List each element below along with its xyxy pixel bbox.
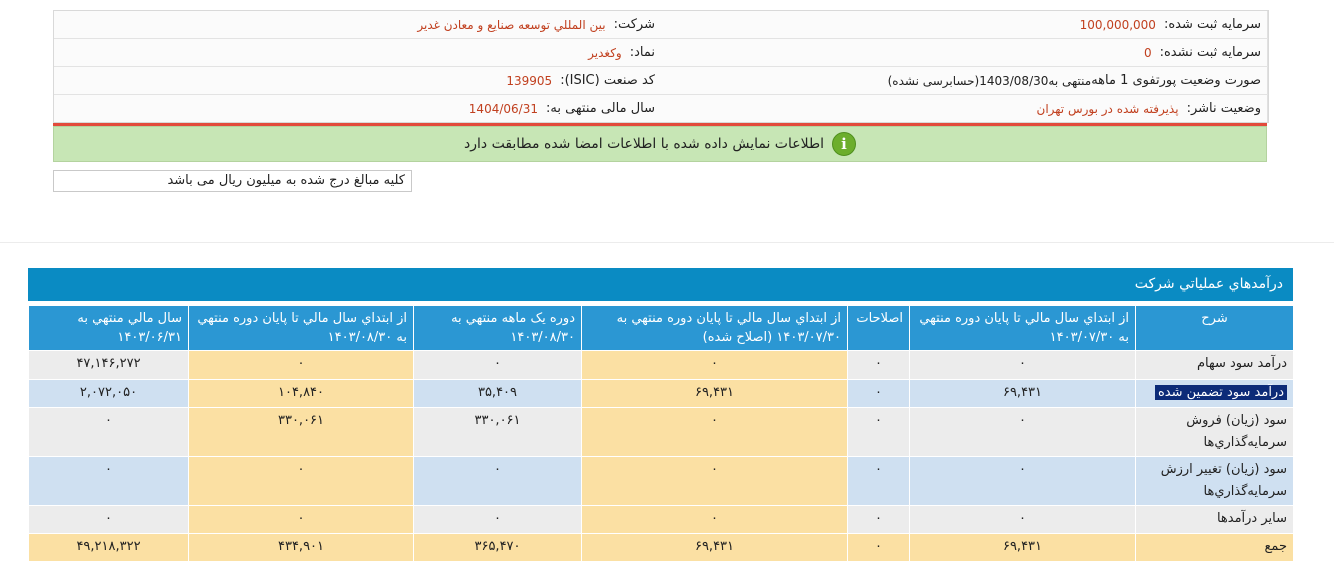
capital-unregistered-value: 0 — [1143, 45, 1152, 60]
row-label: سود (زيان) تغيير ارزش سرمايه‌گذاري‌ها — [1135, 456, 1294, 506]
table-cell: ۰ — [28, 407, 189, 457]
row-label: سود (زيان) فروش سرمايه‌گذاري‌ها — [1135, 407, 1294, 457]
table-cell: ۰ — [847, 407, 910, 457]
symbol-label: نماد: — [629, 45, 655, 60]
info-row: نماد: وكغدير سرمایه ثبت نشده: 0 — [54, 39, 1268, 67]
company-info-panel: شرکت: بين المللي توسعه صنايع و معادن غدي… — [53, 10, 1269, 123]
table-total-row: جمع ۶۹,۴۳۱ ۰ ۶۹,۴۳۱ ۳۶۵,۴۷۰ ۴۳۴,۹۰۱ ۴۹,۲… — [28, 533, 1294, 562]
column-header: شرح — [1135, 305, 1294, 351]
report-label: صورت وضعیت پورتفوی 1 ماهه — [1091, 73, 1261, 88]
row-label: درآمد سود تضمين شده — [1135, 379, 1294, 408]
row-label: جمع — [1135, 533, 1294, 562]
table-cell: ۲,۰۷۲,۰۵۰ — [28, 379, 189, 408]
table-cell: ۰ — [413, 456, 582, 506]
table-cell: ۶۹,۴۳۱ — [909, 533, 1136, 562]
table-cell: ۳۵,۴۰۹ — [413, 379, 582, 408]
fiscal-year-value: 1404/06/31 — [468, 101, 538, 116]
table-cell: ۰ — [581, 505, 848, 534]
table-row: درآمد سود تضمين شده ۶۹,۴۳۱ ۰ ۶۹,۴۳۱ ۳۵,۴… — [28, 379, 1294, 408]
table-cell: ۰ — [188, 505, 414, 534]
section-separator — [0, 242, 1334, 243]
table-cell: ۰ — [28, 505, 189, 534]
table-cell: ۰ — [581, 350, 848, 380]
table-cell: ۴۷,۱۴۶,۲۷۲ — [28, 350, 189, 380]
report-value: منتهی به1403/08/30(حسابرسی نشده) — [887, 73, 1092, 88]
column-header: دوره یک ماهه منتهي به ۱۴۰۳/۰۸/۳۰ — [413, 305, 582, 351]
section-title: درآمدهاي عملياتي شركت — [28, 268, 1293, 301]
table-cell: ۶۹,۴۳۱ — [581, 379, 848, 408]
publisher-status-value: پذیرفته شده در بورس تهران — [1036, 101, 1179, 116]
operating-income-table: شرح از ابتداي سال مالي تا پايان دوره منت… — [28, 305, 1294, 562]
table-cell: ۰ — [909, 505, 1136, 534]
table-row: ساير درآمدها ۰ ۰ ۰ ۰ ۰ ۰ — [28, 505, 1294, 534]
verification-notice: i اطلاعات نمایش داده شده با اطلاعات امضا… — [53, 126, 1267, 162]
fiscal-year-field: سال مالی منتهی به: 1404/06/31 — [54, 95, 661, 122]
table-row: درآمد سود سهام ۰ ۰ ۰ ۰ ۰ ۴۷,۱۴۶,۲۷۲ — [28, 350, 1294, 380]
capital-unregistered-field: سرمایه ثبت نشده: 0 — [661, 39, 1268, 66]
row-label: درآمد سود سهام — [1135, 350, 1294, 380]
company-label: شرکت: — [613, 17, 655, 32]
table-cell: ۳۳۰,۰۶۱ — [413, 407, 582, 457]
notice-text: اطلاعات نمایش داده شده با اطلاعات امضا ش… — [464, 136, 824, 152]
table-cell: ۰ — [413, 505, 582, 534]
table-cell: ۳۳۰,۰۶۱ — [188, 407, 414, 457]
table-cell: ۰ — [847, 505, 910, 534]
column-header: اصلاحات — [847, 305, 910, 351]
table-cell: ۰ — [188, 350, 414, 380]
table-cell: ۰ — [847, 379, 910, 408]
column-header: سال مالي منتهي به ۱۴۰۳/۰۶/۳۱ — [28, 305, 189, 351]
table-cell: ۰ — [581, 456, 848, 506]
selected-text: درآمد سود تضمين شده — [1154, 385, 1287, 400]
fiscal-year-label: سال مالی منتهی به: — [545, 101, 655, 116]
table-cell: ۰ — [188, 456, 414, 506]
column-header: از ابتداي سال مالي تا پايان دوره منتهي ب… — [188, 305, 414, 351]
info-row: کد صنعت (ISIC): 139905 صورت وضعیت پورتفو… — [54, 67, 1268, 95]
isic-value: 139905 — [506, 73, 553, 88]
table-cell: ۰ — [847, 350, 910, 380]
capital-registered-label: سرمایه ثبت شده: — [1163, 17, 1261, 32]
company-value: بين المللي توسعه صنايع و معادن غدير — [417, 17, 606, 32]
table-header-row: شرح از ابتداي سال مالي تا پايان دوره منت… — [28, 305, 1294, 351]
report-field: صورت وضعیت پورتفوی 1 ماهه منتهی به1403/0… — [661, 67, 1268, 94]
table-row: سود (زيان) تغيير ارزش سرمايه‌گذاري‌ها ۰ … — [28, 456, 1294, 506]
info-icon: i — [832, 132, 856, 156]
table-cell: ۴۳۴,۹۰۱ — [188, 533, 414, 562]
table-cell: ۰ — [28, 456, 189, 506]
publisher-status-label: وضعیت ناشر: — [1186, 101, 1261, 116]
row-label: ساير درآمدها — [1135, 505, 1294, 534]
column-header: از ابتداي سال مالي تا پايان دوره منتهي ب… — [581, 305, 848, 351]
info-row: شرکت: بين المللي توسعه صنايع و معادن غدي… — [54, 11, 1268, 39]
table-cell: ۰ — [413, 350, 582, 380]
capital-registered-field: سرمایه ثبت شده: 100,000,000 — [661, 11, 1268, 38]
unit-note: کلیه مبالغ درج شده به میلیون ریال می باش… — [53, 170, 412, 192]
isic-label: کد صنعت (ISIC): — [560, 73, 655, 88]
table-cell: ۰ — [909, 407, 1136, 457]
table-cell: ۳۶۵,۴۷۰ — [413, 533, 582, 562]
table-cell: ۰ — [847, 533, 910, 562]
publisher-status-field: وضعیت ناشر: پذیرفته شده در بورس تهران — [661, 95, 1268, 122]
table-cell: ۰ — [847, 456, 910, 506]
symbol-value: وكغدير — [588, 45, 622, 60]
table-cell: ۴۹,۲۱۸,۳۲۲ — [28, 533, 189, 562]
capital-registered-value: 100,000,000 — [1079, 17, 1156, 32]
symbol-field: نماد: وكغدير — [54, 39, 661, 66]
table-cell: ۶۹,۴۳۱ — [581, 533, 848, 562]
company-field: شرکت: بين المللي توسعه صنايع و معادن غدي… — [54, 11, 661, 38]
capital-unregistered-label: سرمایه ثبت نشده: — [1159, 45, 1261, 60]
table-cell: ۰ — [909, 350, 1136, 380]
isic-field: کد صنعت (ISIC): 139905 — [54, 67, 661, 94]
table-cell: ۰ — [581, 407, 848, 457]
info-row: سال مالی منتهی به: 1404/06/31 وضعیت ناشر… — [54, 95, 1268, 122]
table-row: سود (زيان) فروش سرمايه‌گذاري‌ها ۰ ۰ ۰ ۳۳… — [28, 407, 1294, 457]
table-cell: ۱۰۴,۸۴۰ — [188, 379, 414, 408]
column-header: از ابتداي سال مالي تا پايان دوره منتهي ب… — [909, 305, 1136, 351]
table-cell: ۰ — [909, 456, 1136, 506]
table-cell: ۶۹,۴۳۱ — [909, 379, 1136, 408]
